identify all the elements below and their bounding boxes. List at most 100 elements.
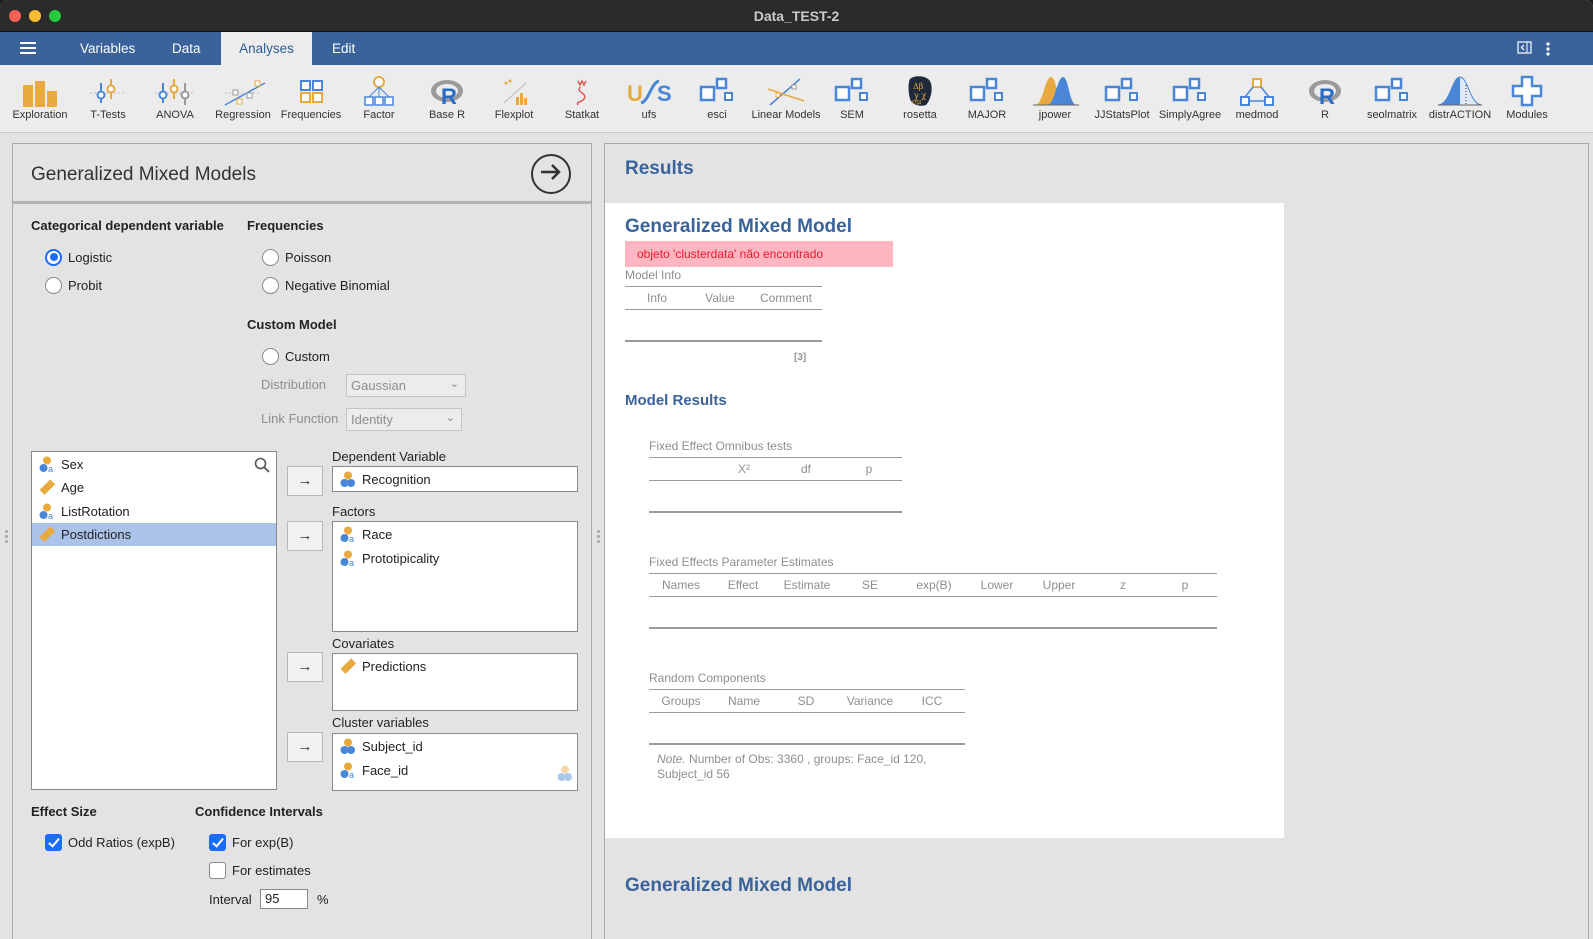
svg-text:σμ: σμ: [912, 98, 922, 106]
module-squares-icon: [1156, 71, 1224, 107]
ribbon-ufs[interactable]: US ufs: [615, 71, 683, 129]
cluster-item-face-id[interactable]: a Face_id: [333, 759, 408, 781]
factors-box[interactable]: a Race a Prototipicality: [332, 521, 578, 632]
dependent-variable-box[interactable]: Recognition: [332, 466, 578, 492]
ribbon-esci[interactable]: esci: [683, 71, 751, 129]
checkbox-ci-estimates[interactable]: For estimates: [209, 860, 311, 880]
ribbon-modules[interactable]: Modules: [1493, 71, 1561, 129]
ribbon-t-tests[interactable]: T-Tests: [74, 71, 142, 129]
ribbon-linear-models[interactable]: Linear Models: [748, 71, 824, 129]
ribbon-regression[interactable]: Regression: [209, 71, 277, 129]
ribbon-medmod[interactable]: medmod: [1223, 71, 1291, 129]
cluster-variables-box[interactable]: Subject_id a Face_id: [332, 733, 578, 791]
title-bar: Data_TEST-2: [0, 0, 1593, 32]
ribbon-frequencies[interactable]: Frequencies: [277, 71, 345, 129]
distribution-select[interactable]: Gaussian ⌄: [346, 374, 466, 397]
checkbox-odd-ratios[interactable]: Odd Ratios (expB): [45, 832, 175, 852]
run-analysis-button[interactable]: [531, 154, 571, 194]
table-header: X² df p: [649, 458, 902, 481]
module-squares-icon: [683, 71, 751, 107]
tab-variables[interactable]: Variables: [66, 32, 149, 65]
ribbon-distraction[interactable]: distrACTION: [1426, 71, 1494, 129]
search-icon[interactable]: [254, 457, 270, 478]
more-options-icon[interactable]: [1545, 41, 1551, 60]
radio-probit[interactable]: Probit: [45, 275, 102, 295]
ribbon-jpower[interactable]: jpower: [1021, 71, 1089, 129]
move-to-dependent-button[interactable]: →: [287, 466, 323, 496]
column-header: exp(B): [916, 578, 952, 592]
ribbon-sem[interactable]: SEM: [818, 71, 886, 129]
panel-splitter-handle[interactable]: [597, 530, 600, 544]
tab-analyses[interactable]: Analyses: [221, 32, 312, 65]
ribbon-major[interactable]: MAJOR: [953, 71, 1021, 129]
toggle-results-panel-icon[interactable]: [1517, 41, 1533, 58]
column-header: Estimate: [783, 578, 831, 592]
interval-input[interactable]: 95: [260, 889, 308, 909]
factor-item-race[interactable]: a Race: [333, 523, 392, 545]
nominal-variable-icon: [339, 738, 356, 755]
results-analysis-title: Generalized Mixed Model: [625, 216, 852, 237]
radio-button[interactable]: [262, 276, 279, 294]
tab-data[interactable]: Data: [158, 32, 215, 65]
ribbon-jjstatsplot[interactable]: JJStatsPlot: [1088, 71, 1156, 129]
radio-button[interactable]: [262, 347, 279, 365]
cluster-item-subject-id[interactable]: Subject_id: [333, 735, 423, 757]
svg-text:R: R: [1319, 84, 1335, 107]
ribbon-factor[interactable]: Factor: [345, 71, 413, 129]
variable-item-postdictions[interactable]: Postdictions: [32, 523, 276, 546]
ribbon-r[interactable]: R R: [1291, 71, 1359, 129]
ribbon-anova[interactable]: ANOVA: [141, 71, 209, 129]
move-to-covariates-button[interactable]: →: [287, 652, 323, 682]
nominal-text-variable-icon: a: [38, 456, 55, 474]
menu-bar: Variables Data Analyses Edit: [0, 32, 1593, 65]
ribbon-base-r[interactable]: R Base R: [413, 71, 481, 129]
options-header: Generalized Mixed Models: [13, 144, 591, 204]
ribbon-flexplot[interactable]: Flexplot: [480, 71, 548, 129]
checkbox-ci-exp-b[interactable]: For exp(B): [209, 832, 293, 852]
available-variables-list[interactable]: a Sex Age a ListRotation Postdictions: [31, 451, 277, 790]
options-panel: Generalized Mixed Models Categorical dep…: [12, 143, 592, 939]
move-to-cluster-button[interactable]: →: [287, 732, 323, 762]
checkbox[interactable]: [209, 833, 226, 851]
checkbox[interactable]: [209, 861, 226, 879]
analyses-ribbon: Exploration T-Tests ANOVA Regression Fre…: [0, 65, 1593, 133]
radio-poisson[interactable]: Poisson: [262, 247, 331, 267]
categorical-heading: Categorical dependent variable: [31, 218, 224, 233]
ribbon-statkat[interactable]: Statkat: [548, 71, 616, 129]
model-results-heading: Model Results: [625, 392, 727, 409]
tab-edit[interactable]: Edit: [318, 32, 369, 65]
radio-button[interactable]: [45, 248, 62, 266]
statkat-icon: [548, 71, 616, 107]
ribbon-simplyagree[interactable]: SimplyAgree: [1156, 71, 1224, 129]
variable-item-age[interactable]: Age: [32, 476, 276, 499]
checkbox[interactable]: [45, 833, 62, 851]
ribbon-rosetta[interactable]: Δβ γ χ σμ rosetta: [886, 71, 954, 129]
radio-logistic[interactable]: Logistic: [45, 247, 112, 267]
move-to-factors-button[interactable]: →: [287, 521, 323, 551]
dependent-item-recognition[interactable]: Recognition: [333, 468, 431, 490]
radio-button[interactable]: [45, 276, 62, 294]
column-header: Name: [727, 694, 760, 708]
variable-item-listrotation[interactable]: a ListRotation: [32, 500, 276, 523]
hamburger-menu-icon[interactable]: [20, 40, 40, 58]
covariates-box[interactable]: Predictions: [332, 653, 578, 711]
link-function-select[interactable]: Identity ⌄: [346, 408, 462, 431]
allowed-types-icon: [556, 765, 573, 787]
interval-row: Interval: [209, 889, 252, 909]
radio-negative-binomial[interactable]: Negative Binomial: [262, 275, 390, 295]
arrow-right-icon: [539, 162, 563, 187]
radio-button[interactable]: [262, 248, 279, 266]
ufs-icon: US: [615, 71, 683, 107]
svg-text:U: U: [627, 81, 643, 106]
ribbon-seolmatrix[interactable]: seolmatrix: [1358, 71, 1426, 129]
error-message: objeto 'clusterdata' não encontrado: [625, 241, 893, 267]
column-header: p: [1181, 578, 1189, 592]
covariate-item-predictions[interactable]: Predictions: [333, 655, 426, 677]
factor-item-prototipicality[interactable]: a Prototipicality: [333, 547, 439, 569]
factor-icon: [345, 71, 413, 107]
results-panel: Results Generalized Mixed Model objeto '…: [604, 143, 1589, 939]
left-splitter-handle[interactable]: [5, 530, 8, 544]
variable-item-sex[interactable]: a Sex: [32, 453, 276, 476]
radio-custom[interactable]: Custom: [262, 346, 330, 366]
ribbon-exploration[interactable]: Exploration: [6, 71, 74, 129]
